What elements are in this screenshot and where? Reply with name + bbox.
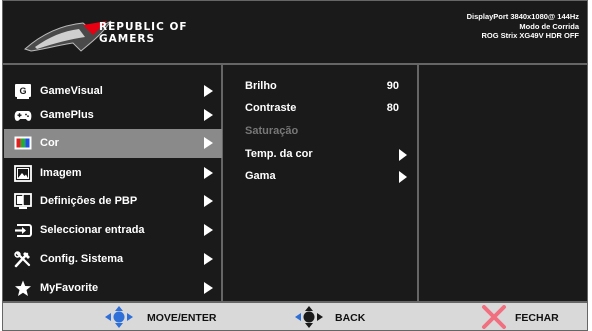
move-enter-label: MOVE/ENTER (147, 312, 217, 324)
menu-item-imagem[interactable]: Imagem (4, 159, 222, 188)
menu-item-gameplus[interactable]: GamePlus (4, 101, 222, 130)
image-icon (14, 165, 32, 182)
back-label: BACK (335, 312, 366, 324)
osd-body: G GameVisual GamePlus Cor Imagem Definiç… (2, 64, 588, 302)
sub-item-gama[interactable]: Gama (233, 167, 413, 187)
input-icon (15, 224, 32, 237)
sub-item-contraste[interactable]: Contraste 80 (233, 99, 413, 119)
menu-label: Definições de PBP (40, 195, 138, 207)
sub-item-label: Brilho (245, 80, 277, 92)
menu-label: GamePlus (40, 109, 94, 121)
status-model-hdr: ROG Strix XG49V HDR OFF (481, 31, 579, 40)
osd-header: REPUBLIC OF GAMERS DisplayPort 3840x1080… (2, 0, 588, 64)
osd-footer: MOVE/ENTER BACK FECHAR (2, 302, 588, 331)
gamepad-icon (14, 111, 32, 121)
status-info: DisplayPort 3840x1080@ 144Hz Modo de Cor… (467, 12, 579, 41)
menu-label: Imagem (40, 167, 82, 179)
color-icon (14, 136, 32, 150)
sub-item-label: Contraste (245, 102, 297, 114)
chevron-right-icon (204, 282, 213, 294)
sub-item-label: Temp. da cor (245, 148, 313, 160)
status-mode: Modo de Corrida (519, 21, 579, 31)
menu-label: Cor (40, 137, 59, 149)
chevron-right-icon (204, 253, 213, 265)
status-input-resolution: DisplayPort 3840x1080@ 144Hz (466, 12, 579, 21)
sub-item-saturacao: Saturação (233, 122, 413, 142)
menu-label: Seleccionar entrada (40, 224, 145, 236)
chevron-right-icon (204, 167, 213, 179)
chevron-right-icon (399, 149, 407, 161)
monitor-osd: REPUBLIC OF GAMERS DisplayPort 3840x1080… (2, 0, 588, 331)
menu-item-seleccionar-entrada[interactable]: Seleccionar entrada (4, 216, 222, 245)
joystick-back-icon (295, 306, 323, 328)
chevron-right-icon (204, 195, 213, 207)
gamevisual-icon: G (15, 84, 31, 99)
menu-label: Config. Sistema (40, 253, 124, 265)
main-menu: G GameVisual GamePlus Cor Imagem Definiç… (2, 64, 222, 302)
chevron-right-icon (399, 171, 407, 183)
sub-item-temp-cor[interactable]: Temp. da cor (233, 145, 413, 165)
pbp-icon (14, 193, 32, 209)
chevron-right-icon (204, 137, 213, 149)
menu-label: MyFavorite (40, 282, 99, 294)
sub-item-label: Saturação (245, 125, 299, 137)
close-label: FECHAR (515, 312, 559, 324)
detail-panel (418, 64, 588, 302)
close-icon (482, 305, 506, 329)
brand-text: REPUBLIC OF GAMERS (99, 21, 188, 45)
svg-text:G: G (19, 86, 26, 96)
sub-menu: Brilho 90 Contraste 80 Saturação Temp. d… (222, 64, 418, 302)
sub-item-value: 80 (386, 102, 399, 114)
menu-item-config-sistema[interactable]: Config. Sistema (4, 245, 222, 274)
close-button[interactable]: FECHAR (481, 305, 581, 329)
tools-icon (14, 251, 31, 268)
back-button[interactable]: BACK (293, 306, 383, 328)
chevron-right-icon (204, 109, 213, 121)
menu-item-pbp[interactable]: Definições de PBP (4, 187, 222, 216)
star-icon (15, 280, 31, 296)
brand-line2: GAMERS (99, 33, 156, 45)
chevron-right-icon (204, 224, 213, 236)
sub-item-label: Gama (245, 170, 276, 182)
menu-item-cor[interactable]: Cor (4, 129, 222, 158)
menu-item-myfavorite[interactable]: MyFavorite (4, 274, 222, 303)
chevron-right-icon (204, 85, 213, 97)
sub-item-brilho[interactable]: Brilho 90 (233, 77, 413, 97)
move-enter-button[interactable]: MOVE/ENTER (103, 306, 233, 328)
menu-label: GameVisual (40, 85, 103, 97)
sub-item-value: 90 (386, 80, 399, 92)
brand-line1: REPUBLIC OF (99, 21, 188, 33)
joystick-move-icon (105, 306, 133, 328)
